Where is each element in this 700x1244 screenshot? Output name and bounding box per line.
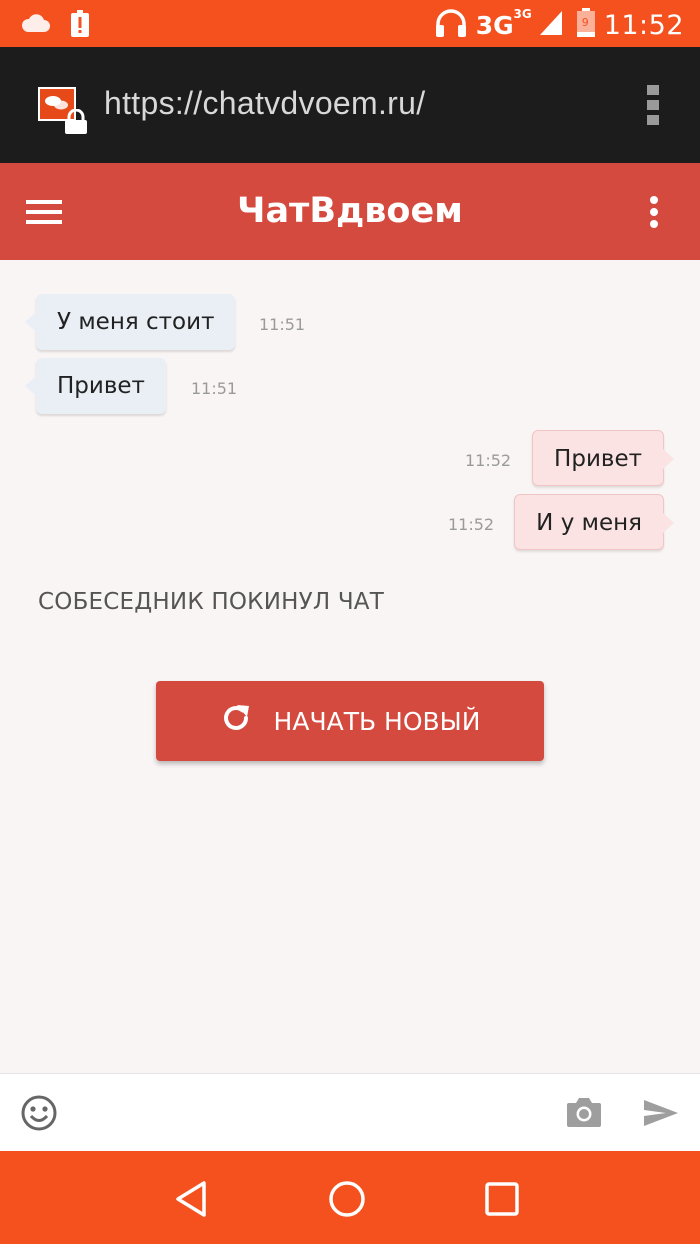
message-input-bar	[0, 1073, 700, 1152]
back-icon[interactable]	[172, 1179, 212, 1223]
app-title: ЧатВдвоем	[237, 191, 463, 231]
refresh-icon	[220, 702, 252, 740]
message-time: 11:51	[259, 315, 306, 334]
browser-menu-icon[interactable]	[645, 83, 661, 131]
app-bar: ЧатВдвоем	[0, 163, 700, 260]
message-input[interactable]	[76, 1088, 550, 1140]
status-time: 11:52	[603, 9, 684, 41]
message-bubble-incoming: У меня стоит	[24, 294, 236, 350]
headphones-icon	[434, 8, 468, 42]
start-new-chat-label: НАЧАТЬ НОВЫЙ	[273, 706, 481, 736]
network-type: 3G 3G	[475, 7, 532, 40]
url-text[interactable]: https://chatvdvoem.ru/	[104, 85, 425, 122]
chat-area: У меня стоит 11:51 Привет 11:51 Привет 1…	[0, 260, 700, 1073]
overflow-menu-icon[interactable]	[648, 195, 660, 233]
emoji-icon[interactable]	[20, 1094, 58, 1136]
battery-level: 9	[581, 16, 589, 29]
message-time: 11:51	[191, 379, 238, 398]
status-bar: 3G 3G 9 11:52	[0, 0, 700, 47]
cloud-icon	[20, 14, 50, 38]
camera-icon[interactable]	[565, 1095, 603, 1133]
signal-icon	[538, 9, 564, 41]
message-bubble-outgoing: Привет	[532, 430, 674, 486]
lock-icon	[62, 108, 90, 139]
alert-icon	[70, 10, 90, 42]
message-time: 11:52	[465, 451, 512, 470]
network-sup-label: 3G	[513, 6, 532, 21]
home-icon[interactable]	[327, 1179, 367, 1223]
network-label: 3G	[475, 10, 514, 40]
message-time: 11:52	[448, 515, 495, 534]
start-new-chat-button[interactable]: НАЧАТЬ НОВЫЙ	[156, 681, 544, 761]
send-icon[interactable]	[642, 1098, 680, 1132]
message-bubble-outgoing: И у меня	[514, 494, 674, 550]
battery-icon: 9	[576, 8, 596, 42]
system-navigation-bar	[0, 1151, 700, 1244]
partner-left-notice: СОБЕСЕДНИК ПОКИНУЛ ЧАТ	[38, 589, 384, 615]
message-bubble-incoming: Привет	[25, 358, 166, 414]
browser-address-bar: https://chatvdvoem.ru/	[0, 47, 700, 163]
recent-apps-icon[interactable]	[484, 1181, 520, 1221]
